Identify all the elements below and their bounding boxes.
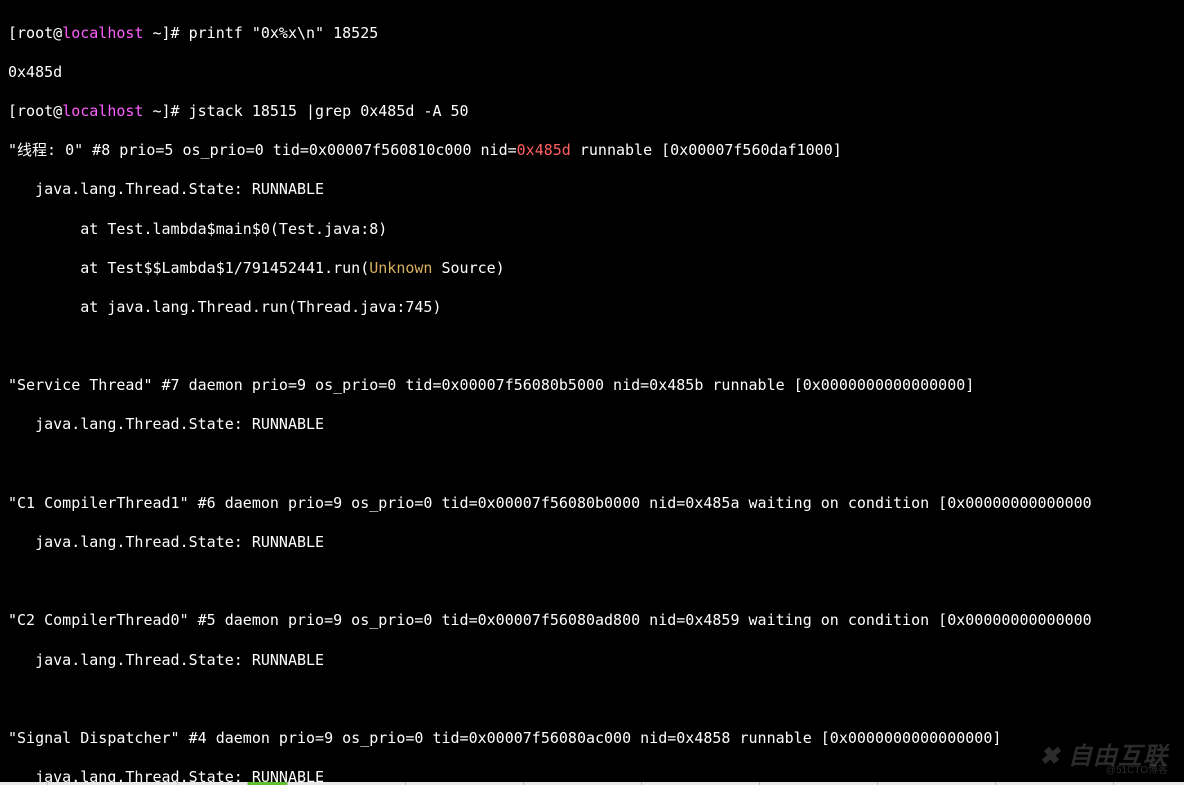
- thread-0-state: java.lang.Thread.State: RUNNABLE: [8, 180, 1176, 200]
- thread-0-header: "线程: 0" #8 prio=5 os_prio=0 tid=0x00007f…: [8, 141, 1176, 161]
- thread-0-stack-2: at Test$$Lambda$1/791452441.run(Unknown …: [8, 259, 1176, 279]
- output-hex: 0x485d: [8, 63, 1176, 83]
- c1-compiler-state: java.lang.Thread.State: RUNNABLE: [8, 533, 1176, 553]
- blank-line: [8, 690, 1176, 710]
- grep-match-nid: 0x485d: [517, 141, 571, 159]
- blank-line: [8, 337, 1176, 357]
- c2-compiler-header: "C2 CompilerThread0" #5 daemon prio=9 os…: [8, 611, 1176, 631]
- terminal-window[interactable]: [root@localhost ~]# printf "0x%x\n" 1852…: [0, 0, 1184, 785]
- service-thread-header: "Service Thread" #7 daemon prio=9 os_pri…: [8, 376, 1176, 396]
- blank-line: [8, 455, 1176, 475]
- unknown-source-hl: Unknown: [369, 259, 432, 277]
- command-2: jstack 18515 |grep 0x485d -A 50: [189, 102, 469, 120]
- c2-compiler-state: java.lang.Thread.State: RUNNABLE: [8, 651, 1176, 671]
- hostname: localhost: [62, 24, 143, 42]
- hostname: localhost: [62, 102, 143, 120]
- blank-line: [8, 572, 1176, 592]
- command-1: printf "0x%x\n" 18525: [189, 24, 379, 42]
- signal-dispatcher-header: "Signal Dispatcher" #4 daemon prio=9 os_…: [8, 729, 1176, 749]
- thread-0-stack-1: at Test.lambda$main$0(Test.java:8): [8, 220, 1176, 240]
- prompt-line-2: [root@localhost ~]# jstack 18515 |grep 0…: [8, 102, 1176, 122]
- prompt-line-1: [root@localhost ~]# printf "0x%x\n" 1852…: [8, 24, 1176, 44]
- thread-0-stack-3: at java.lang.Thread.run(Thread.java:745): [8, 298, 1176, 318]
- watermark-logo: ✖ 自由互联: [1039, 747, 1168, 767]
- c1-compiler-header: "C1 CompilerThread1" #6 daemon prio=9 os…: [8, 494, 1176, 514]
- service-thread-state: java.lang.Thread.State: RUNNABLE: [8, 415, 1176, 435]
